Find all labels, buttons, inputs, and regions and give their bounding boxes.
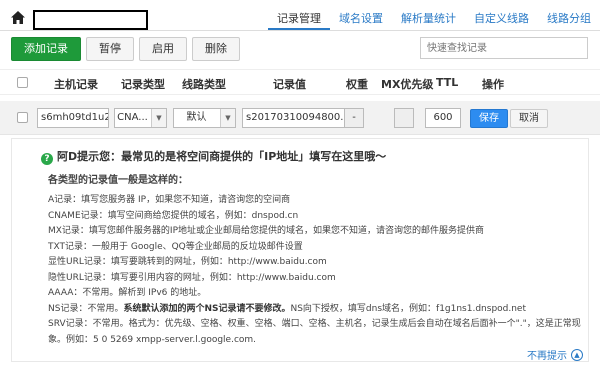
tip-line-ns: NS记录：不常用。系统默认添加的两个NS记录请不要修改。NS向下授权，填写dns…: [48, 302, 583, 318]
home-icon[interactable]: [11, 11, 25, 24]
header-action: 操作: [482, 78, 504, 91]
tab-line-groups[interactable]: 线路分组: [538, 0, 600, 30]
tab-resolution-stats[interactable]: 解析量统计: [392, 0, 465, 30]
line-type-select[interactable]: 默认 ▼: [173, 108, 236, 128]
chevron-up-icon: ▲: [571, 348, 583, 361]
tip-title-text: 阿D提示您：最常见的是将空间商提供的「IP地址」填写在这里哦～: [57, 150, 387, 163]
header-weight: 权重: [346, 78, 368, 91]
save-button[interactable]: 保存: [470, 109, 508, 128]
tab-custom-lines[interactable]: 自定义线路: [465, 0, 538, 30]
record-value-input[interactable]: s20170310094800.r: [242, 108, 359, 128]
srv-text-3: 例如：5 0 5269 xmpp-server.l.google.com.: [66, 334, 257, 345]
toolbar: 添加记录 暂停 启用 删除: [11, 37, 240, 61]
chevron-down-icon: ▼: [151, 109, 166, 127]
tip-line-srv-1: SRV记录：不常用。格式为：优先级、空格、权重、空格、端口、空格、主机名，记录生…: [48, 319, 581, 329]
line-type-value: 默认: [186, 112, 207, 123]
tip-title: ? 阿D提示您：最常见的是将空间商提供的「IP地址」填写在这里哦～: [41, 148, 386, 165]
host-input[interactable]: s6mh09td1u2c: [37, 108, 109, 128]
top-bar: 记录管理 域名设置 解析量统计 自定义线路 线路分组: [0, 0, 600, 30]
table-header: 主机记录 记录类型 线路类型 记录值 权重 MX优先级 TTL 操作: [0, 69, 600, 95]
select-all-checkbox[interactable]: [17, 77, 28, 88]
header-ttl: TTL: [436, 76, 459, 89]
search-input[interactable]: [420, 37, 588, 59]
ns-text-2: 系统默认添加的两个NS记录请不要修改。: [123, 303, 291, 314]
cancel-button[interactable]: 取消: [510, 109, 548, 128]
row-checkbox[interactable]: [17, 112, 28, 123]
nav-tabs: 记录管理 域名设置 解析量统计 自定义线路 线路分组: [268, 0, 600, 30]
pause-button[interactable]: 暂停: [86, 37, 134, 61]
tip-line-cname: CNAME记录：填写空间商给您提供的域名，例如：dnspod.cn: [48, 210, 299, 221]
weight-input: -: [344, 108, 364, 128]
tip-line-url: 显性URL记录：填写要跳转到的网址，例如：http://www.baidu.co…: [48, 257, 327, 267]
tip-line-aaaa: AAAA：不常用。解析到 IPv6 的地址。: [48, 288, 207, 298]
ttl-input[interactable]: 600: [425, 108, 461, 128]
srv-text-2: 象。: [48, 334, 67, 345]
tip-line-a: A记录：填写您服务器 IP，如果您不知道，请咨询您的空间商: [48, 195, 291, 205]
header-line: 线路类型: [182, 78, 226, 91]
tip-line-srv-2: 象。例如：5 0 5269 xmpp-server.l.google.com.: [48, 333, 583, 349]
tab-record-management[interactable]: 记录管理: [268, 0, 330, 30]
divider: [0, 30, 600, 31]
tab-domain-settings[interactable]: 域名设置: [330, 0, 392, 30]
dismiss-tip-link[interactable]: 不再提示 ▲: [527, 347, 583, 362]
tip-subtitle: 各类型的记录值一般是这样的：: [48, 175, 188, 186]
record-type-select[interactable]: CNA... ▼: [114, 108, 167, 128]
ns-text-1: NS记录：不常用。: [48, 303, 124, 314]
tip-line-hidden-url: 隐性URL记录：填写要引用内容的网址，例如：http://www.baidu.c…: [48, 272, 336, 283]
dismiss-label: 不再提示: [527, 351, 567, 362]
header-host: 主机记录: [54, 78, 98, 91]
question-icon: ?: [41, 153, 53, 165]
domain-name-box: [33, 10, 148, 30]
tip-line-txt: TXT记录：一般用于 Google、QQ等企业邮局的反垃圾邮件设置: [48, 241, 303, 252]
record-type-value: CNA...: [117, 112, 148, 123]
chevron-down-icon: ▼: [220, 109, 235, 127]
add-record-button[interactable]: 添加记录: [11, 37, 81, 61]
tip-lines: A记录：填写您服务器 IP，如果您不知道，请咨询您的空间商 CNAME记录：填写…: [48, 193, 583, 348]
record-edit-row: s6mh09td1u2c CNA... ▼ 默认 ▼ s201703100948…: [0, 101, 600, 135]
delete-button[interactable]: 删除: [192, 37, 240, 61]
header-value: 记录值: [273, 78, 306, 91]
mx-input: [394, 108, 414, 128]
ns-text-3: NS向下授权，填写dns域名，例如：f1g1ns1.dnspod.net: [290, 303, 527, 314]
tip-line-mx: MX记录：填写您邮件服务器的IP地址或企业邮局给您提供的域名，如果您不知道，请咨…: [48, 226, 485, 236]
header-type: 记录类型: [121, 78, 165, 91]
enable-button[interactable]: 启用: [139, 37, 187, 61]
header-mx: MX优先级: [381, 78, 434, 91]
